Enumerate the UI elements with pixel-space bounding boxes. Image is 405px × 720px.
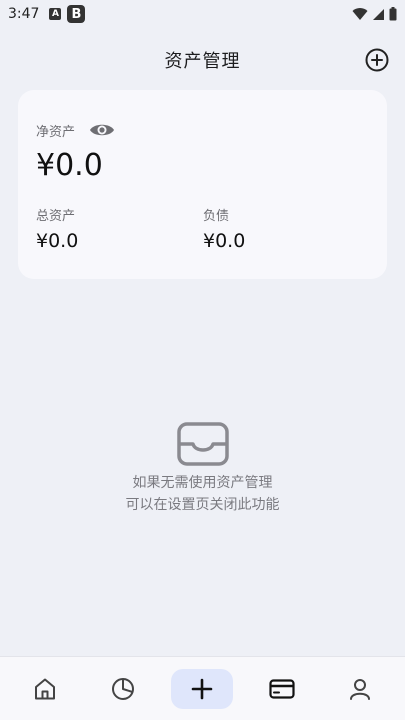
liabilities-value: ¥0.0 xyxy=(203,230,246,252)
liabilities: 负债 ¥0.0 xyxy=(203,205,245,252)
user-icon xyxy=(349,678,370,700)
battery-icon xyxy=(389,7,397,21)
wifi-icon xyxy=(352,7,368,20)
status-bar: 3:47 A B xyxy=(0,0,405,28)
net-assets-label: 净资产 xyxy=(36,124,76,140)
empty-message-line-2: 可以在设置页关闭此功能 xyxy=(125,497,280,513)
add-asset-button[interactable] xyxy=(363,46,391,74)
signal-icon xyxy=(373,8,384,20)
empty-state: 如果无需使用资产管理 可以在设置页关闭此功能 xyxy=(0,420,405,516)
notification-b-icon: B xyxy=(67,5,86,23)
status-time: 3:47 xyxy=(8,6,40,22)
page-title: 资产管理 xyxy=(164,51,241,72)
asset-summary-card: 净资产 ¥0.0 总资产 ¥0.0 负债 ¥0.0 xyxy=(18,90,387,279)
bottom-nav xyxy=(0,656,405,720)
notification-a-icon: A xyxy=(49,8,62,20)
nav-statistics[interactable] xyxy=(93,669,153,709)
pie-chart-icon xyxy=(112,677,135,700)
header: 资产管理 xyxy=(0,44,405,76)
nav-add-record-button[interactable] xyxy=(171,668,234,709)
total-assets-value: ¥0.0 xyxy=(36,230,79,252)
empty-message-line-1: 如果无需使用资产管理 xyxy=(132,475,273,491)
net-assets-row: 净资产 xyxy=(36,120,115,140)
card-icon xyxy=(269,678,295,699)
plus-icon xyxy=(192,678,213,699)
eye-icon[interactable] xyxy=(89,120,115,140)
liabilities-label: 负债 xyxy=(203,209,230,224)
net-assets-value: ¥0.0 xyxy=(36,148,103,183)
home-icon xyxy=(35,678,56,699)
inbox-icon xyxy=(176,422,229,466)
nav-profile[interactable] xyxy=(330,669,390,709)
total-assets-label: 总资产 xyxy=(36,209,76,224)
nav-home[interactable] xyxy=(15,669,75,709)
plus-circle-icon xyxy=(365,48,389,72)
status-indicators xyxy=(352,7,397,21)
total-assets: 总资产 ¥0.0 xyxy=(36,205,78,252)
nav-assets[interactable] xyxy=(252,669,312,709)
